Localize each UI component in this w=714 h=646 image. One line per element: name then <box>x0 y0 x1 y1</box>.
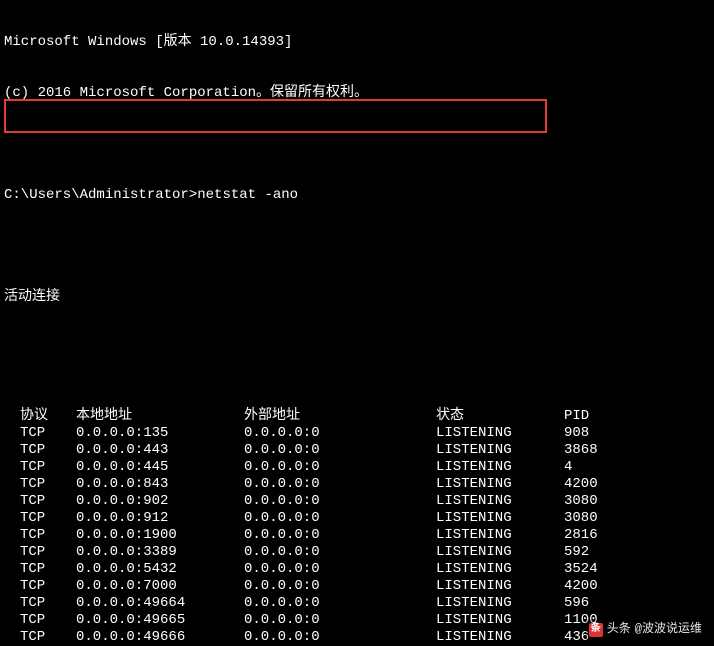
watermark: 条 头条 @波波说运维 <box>585 619 706 640</box>
cell-remote: 0.0.0.0:0 <box>244 493 436 510</box>
toutiao-logo-icon: 条 <box>589 623 603 637</box>
cell-pid: 908 <box>564 425 598 442</box>
cell-pid: 4 <box>564 459 598 476</box>
table-row: TCP0.0.0.0:9120.0.0.0:0LISTENING3080 <box>4 510 598 527</box>
table-row: TCP0.0.0.0:4430.0.0.0:0LISTENING3868 <box>4 442 598 459</box>
blank-line <box>4 340 714 357</box>
prompt-command: netstat -ano <box>197 187 298 203</box>
cell-proto: TCP <box>20 561 76 578</box>
cell-state: LISTENING <box>436 459 564 476</box>
cell-state: LISTENING <box>436 527 564 544</box>
table-row: TCP0.0.0.0:4450.0.0.0:0LISTENING4 <box>4 459 598 476</box>
cell-proto: TCP <box>20 442 76 459</box>
cell-local: 0.0.0.0:49664 <box>76 595 244 612</box>
cell-proto: TCP <box>20 629 76 646</box>
table-row: TCP0.0.0.0:70000.0.0.0:0LISTENING4200 <box>4 578 598 595</box>
watermark-text: @波波说运维 <box>635 621 702 638</box>
cell-pid: 3524 <box>564 561 598 578</box>
watermark-brand: 头条 <box>607 621 631 638</box>
os-banner-line-2: (c) 2016 Microsoft Corporation。保留所有权利。 <box>4 85 714 102</box>
prompt-path: C:\Users\Administrator> <box>4 187 197 203</box>
col-state: 状态 <box>436 408 564 425</box>
cell-pid: 3080 <box>564 510 598 527</box>
cell-local: 0.0.0.0:843 <box>76 476 244 493</box>
blank-line <box>4 238 714 255</box>
col-remote: 外部地址 <box>244 408 436 425</box>
cell-local: 0.0.0.0:49666 <box>76 629 244 646</box>
table-header-row: 协议 本地地址 外部地址 状态 PID <box>4 408 598 425</box>
cell-remote: 0.0.0.0:0 <box>244 425 436 442</box>
table-row: TCP0.0.0.0:33890.0.0.0:0LISTENING592 <box>4 544 598 561</box>
cell-remote: 0.0.0.0:0 <box>244 510 436 527</box>
col-proto: 协议 <box>20 408 76 425</box>
cell-pid: 592 <box>564 544 598 561</box>
table-row: TCP0.0.0.0:8430.0.0.0:0LISTENING4200 <box>4 476 598 493</box>
cell-local: 0.0.0.0:445 <box>76 459 244 476</box>
cell-remote: 0.0.0.0:0 <box>244 578 436 595</box>
cell-remote: 0.0.0.0:0 <box>244 595 436 612</box>
cell-proto: TCP <box>20 527 76 544</box>
cell-state: LISTENING <box>436 595 564 612</box>
cell-state: LISTENING <box>436 561 564 578</box>
cell-remote: 0.0.0.0:0 <box>244 544 436 561</box>
col-pid: PID <box>564 408 598 425</box>
cell-remote: 0.0.0.0:0 <box>244 629 436 646</box>
cell-pid: 3080 <box>564 493 598 510</box>
cell-remote: 0.0.0.0:0 <box>244 476 436 493</box>
cell-local: 0.0.0.0:5432 <box>76 561 244 578</box>
prompt-line: C:\Users\Administrator>netstat -ano <box>4 187 714 204</box>
cell-proto: TCP <box>20 459 76 476</box>
header-highlight-box <box>4 99 547 133</box>
table-row: TCP0.0.0.0:496650.0.0.0:0LISTENING1100 <box>4 612 598 629</box>
cell-local: 0.0.0.0:1900 <box>76 527 244 544</box>
cell-remote: 0.0.0.0:0 <box>244 459 436 476</box>
cell-pid: 4200 <box>564 476 598 493</box>
cell-state: LISTENING <box>436 629 564 646</box>
blank-line <box>4 136 714 153</box>
terminal-output[interactable]: Microsoft Windows [版本 10.0.14393] (c) 20… <box>0 0 714 646</box>
table-row: TCP0.0.0.0:496660.0.0.0:0LISTENING436 <box>4 629 598 646</box>
cell-state: LISTENING <box>436 544 564 561</box>
table-row: TCP0.0.0.0:9020.0.0.0:0LISTENING3080 <box>4 493 598 510</box>
cell-local: 0.0.0.0:443 <box>76 442 244 459</box>
cell-remote: 0.0.0.0:0 <box>244 612 436 629</box>
table-row: TCP0.0.0.0:496640.0.0.0:0LISTENING596 <box>4 595 598 612</box>
cell-proto: TCP <box>20 493 76 510</box>
cell-remote: 0.0.0.0:0 <box>244 561 436 578</box>
cell-state: LISTENING <box>436 578 564 595</box>
cell-state: LISTENING <box>436 493 564 510</box>
cell-state: LISTENING <box>436 510 564 527</box>
cell-state: LISTENING <box>436 425 564 442</box>
cell-state: LISTENING <box>436 442 564 459</box>
cell-proto: TCP <box>20 578 76 595</box>
table-row: TCP0.0.0.0:19000.0.0.0:0LISTENING2816 <box>4 527 598 544</box>
cell-pid: 4200 <box>564 578 598 595</box>
cell-proto: TCP <box>20 425 76 442</box>
cell-local: 0.0.0.0:912 <box>76 510 244 527</box>
cell-pid: 3868 <box>564 442 598 459</box>
table-row: TCP0.0.0.0:1350.0.0.0:0LISTENING908 <box>4 425 598 442</box>
section-title: 活动连接 <box>4 289 714 306</box>
cell-proto: TCP <box>20 476 76 493</box>
col-local: 本地地址 <box>76 408 244 425</box>
cell-pid: 2816 <box>564 527 598 544</box>
cell-local: 0.0.0.0:902 <box>76 493 244 510</box>
cell-remote: 0.0.0.0:0 <box>244 442 436 459</box>
cell-local: 0.0.0.0:49665 <box>76 612 244 629</box>
cell-local: 0.0.0.0:135 <box>76 425 244 442</box>
cell-proto: TCP <box>20 510 76 527</box>
cell-remote: 0.0.0.0:0 <box>244 527 436 544</box>
cell-proto: TCP <box>20 595 76 612</box>
cell-proto: TCP <box>20 612 76 629</box>
cell-local: 0.0.0.0:7000 <box>76 578 244 595</box>
cell-proto: TCP <box>20 544 76 561</box>
cell-state: LISTENING <box>436 612 564 629</box>
cell-pid: 596 <box>564 595 598 612</box>
table-row: TCP0.0.0.0:54320.0.0.0:0LISTENING3524 <box>4 561 598 578</box>
cell-state: LISTENING <box>436 476 564 493</box>
cell-local: 0.0.0.0:3389 <box>76 544 244 561</box>
netstat-table: 协议 本地地址 外部地址 状态 PID TCP0.0.0.0:1350.0.0.… <box>4 408 598 646</box>
os-banner-line-1: Microsoft Windows [版本 10.0.14393] <box>4 34 714 51</box>
